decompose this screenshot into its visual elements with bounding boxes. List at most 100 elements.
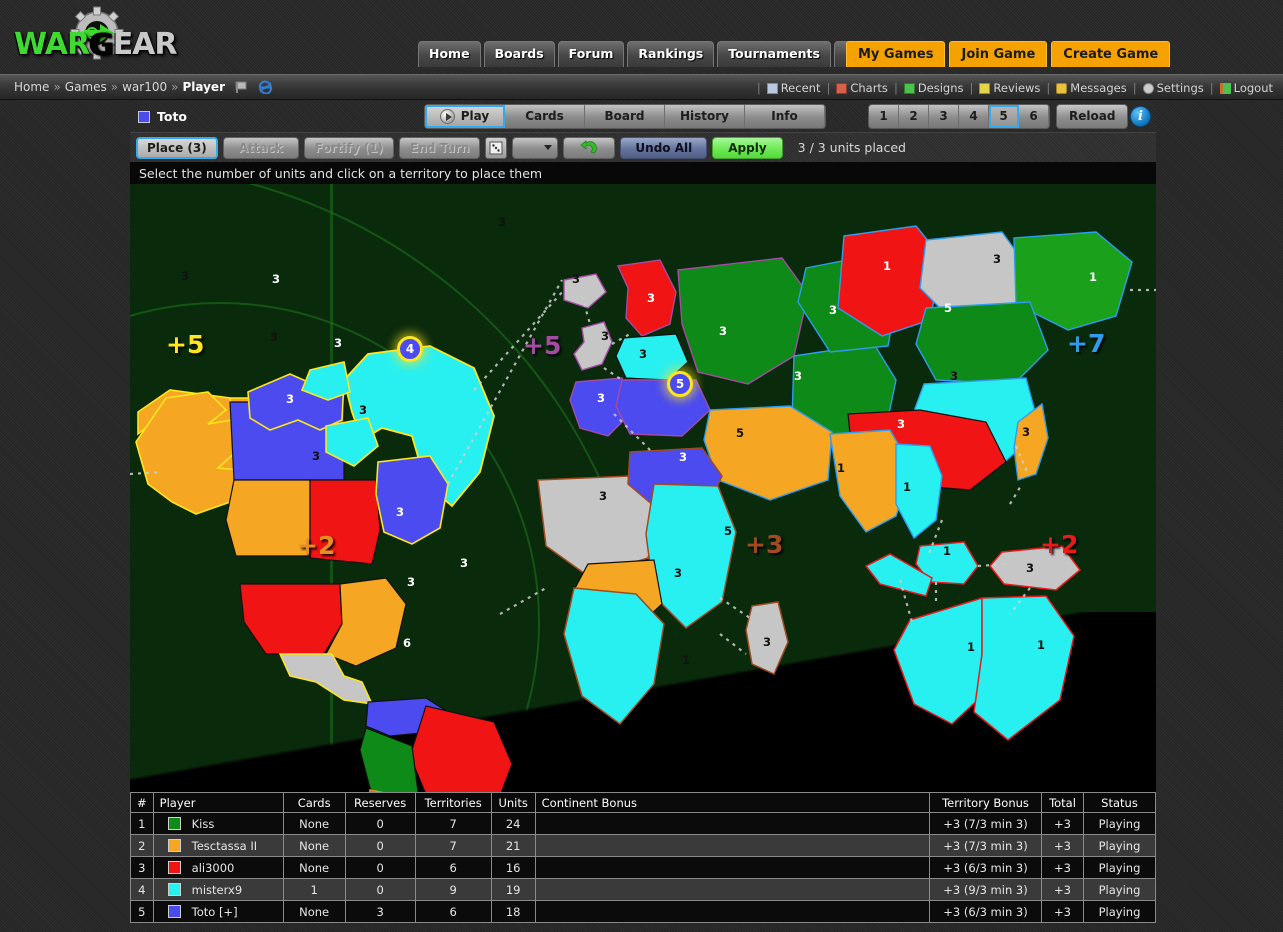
terr-quebec[interactable] — [375, 455, 449, 545]
nav-boards[interactable]: Boards — [483, 41, 555, 67]
turn-5[interactable]: 5 — [989, 105, 1019, 128]
dice-icon[interactable] — [485, 136, 508, 159]
terr-south-africa[interactable] — [563, 587, 665, 726]
reload-button[interactable]: Reload — [1056, 104, 1129, 129]
terr-western-australia[interactable] — [893, 596, 983, 725]
tab-cards[interactable]: Cards — [505, 105, 585, 128]
refresh-icon[interactable] — [258, 80, 273, 94]
tab-label: Play — [460, 109, 490, 123]
cell-territory-bonus: +3 (7/3 min 3) — [929, 834, 1042, 857]
terr-southern-europe[interactable] — [615, 379, 711, 437]
table-row[interactable]: 5 Toto [+] None 3 6 18 +3 (6/3 min 3) +3 Playing — [130, 900, 1156, 923]
table-row[interactable]: 3 ali3000 None 0 6 16 +3 (6/3 min 3) +3 Playing — [130, 856, 1156, 879]
site-header: WARGEAR Home Boards Forum Rankings Tourn… — [0, 0, 1283, 74]
turn-6[interactable]: 6 — [1019, 105, 1049, 128]
end-turn-button[interactable]: End Turn — [399, 136, 481, 159]
selected-marker-eastern-canada[interactable]: 4 — [397, 336, 423, 362]
terr-afghanistan[interactable] — [703, 405, 833, 501]
quicklink-reviews[interactable]: Reviews — [975, 81, 1044, 95]
table-header-row: # Player Cards Reserves Territories Unit… — [130, 792, 1156, 813]
tab-history[interactable]: History — [665, 105, 745, 128]
instruction-status-line: Select the number of units and click on … — [130, 162, 1156, 184]
quicklink-label: Recent — [780, 81, 821, 95]
player-stats-table: # Player Cards Reserves Territories Unit… — [130, 792, 1156, 923]
game-map[interactable]: 3333343333336333335333131533351133531313… — [130, 184, 1156, 792]
quicklink-label: Logout — [1233, 81, 1273, 95]
continent-bonus-asia: +7 — [1067, 329, 1106, 358]
cell-reserves: 3 — [344, 900, 416, 923]
terr-brazil[interactable] — [409, 705, 513, 792]
turn-4[interactable]: 4 — [959, 105, 989, 128]
cell-continent-bonus — [534, 812, 931, 835]
undo-button[interactable] — [563, 136, 616, 159]
place-button[interactable]: Place (3) — [136, 136, 218, 159]
join-game-button[interactable]: Join Game — [949, 41, 1048, 67]
player-color-swatch — [167, 905, 181, 918]
messages-icon — [1056, 82, 1068, 94]
create-game-button[interactable]: Create Game — [1051, 41, 1171, 67]
breadcrumb-games[interactable]: Games — [65, 80, 107, 94]
unit-count-select[interactable] — [512, 136, 559, 159]
info-button[interactable]: i — [1130, 106, 1151, 127]
tab-board[interactable]: Board — [585, 105, 665, 128]
terr-irkutsk[interactable] — [915, 301, 1049, 385]
tab-play[interactable]: Play — [425, 105, 505, 128]
th-continent-bonus: Continent Bonus — [534, 792, 931, 813]
cell-reserves: 0 — [344, 812, 416, 835]
nav-forum[interactable]: Forum — [557, 41, 625, 67]
flag-icon[interactable] — [235, 81, 250, 94]
ql-divider: | — [826, 81, 831, 95]
cell-player: Toto [+] — [152, 900, 284, 923]
cell-territory-bonus: +3 (6/3 min 3) — [929, 900, 1042, 923]
terr-great-britain[interactable] — [573, 321, 613, 371]
terr-siam[interactable] — [895, 443, 943, 540]
apply-button[interactable]: Apply — [712, 136, 783, 159]
table-row[interactable]: 2 Tesctassa II None 0 7 21 +3 (7/3 min 3) +3 Pla… — [130, 834, 1156, 857]
quicklink-designs[interactable]: Designs — [900, 81, 968, 95]
quicklink-settings[interactable]: Settings — [1139, 81, 1208, 95]
terr-western-united-states[interactable] — [239, 583, 343, 655]
nav-rankings[interactable]: Rankings — [627, 41, 715, 67]
terr-iceland[interactable] — [563, 273, 607, 309]
quicklink-charts[interactable]: Charts — [832, 81, 892, 95]
terr-ukraine[interactable] — [677, 257, 809, 385]
table-row[interactable]: 1 Kiss None 0 7 24 +3 (7/3 min 3) +3 Playing — [130, 812, 1156, 835]
game-panel: Toto Play Cards Board History Info 1 2 3… — [130, 101, 1156, 923]
terr-peru[interactable] — [359, 727, 419, 792]
tab-info[interactable]: Info — [745, 105, 825, 128]
designs-icon — [903, 82, 915, 94]
ql-divider: | — [1132, 81, 1137, 95]
breadcrumb-home[interactable]: Home — [14, 80, 49, 94]
terr-scandinavia[interactable] — [616, 259, 677, 337]
breadcrumb-sep: » — [110, 80, 119, 94]
turn-3[interactable]: 3 — [929, 105, 959, 128]
my-games-button[interactable]: My Games — [846, 41, 946, 67]
recent-icon — [766, 82, 778, 94]
fortify-button[interactable]: Fortify (1) — [303, 136, 395, 159]
table-body: 1 Kiss None 0 7 24 +3 (7/3 min 3) +3 Playing 2 Tes… — [130, 812, 1156, 923]
nav-home[interactable]: Home — [418, 41, 481, 67]
attack-button[interactable]: Attack — [222, 136, 299, 159]
undo-all-button[interactable]: Undo All — [620, 136, 708, 159]
terr-madagascar[interactable] — [745, 601, 789, 675]
th-units: Units — [490, 792, 536, 813]
cell-reserves: 0 — [344, 834, 416, 857]
action-navigation: My Games Join Game Create Game — [846, 41, 1171, 67]
th-territories: Territories — [414, 792, 492, 813]
quicklink-recent[interactable]: Recent — [763, 81, 825, 95]
continent-bonus-oceania: +2 — [1040, 530, 1079, 559]
selected-marker-southern-europe[interactable]: 5 — [667, 371, 693, 397]
turn-1[interactable]: 1 — [869, 105, 899, 128]
cell-units: 21 — [490, 834, 536, 857]
breadcrumb-board[interactable]: war100 — [122, 80, 167, 94]
cell-player: misterx9 — [152, 878, 284, 901]
wargear-logo[interactable]: WARGEAR — [14, 6, 184, 66]
quicklink-logout[interactable]: Logout — [1216, 81, 1277, 95]
turn-2[interactable]: 2 — [899, 105, 929, 128]
table-row[interactable]: 4 misterx9 1 0 9 19 +3 (9/3 min 3) +3 Playing — [130, 878, 1156, 901]
game-tab-row: Toto Play Cards Board History Info 1 2 3… — [130, 101, 1156, 132]
cell-continent-bonus — [534, 900, 931, 923]
terr-eastern-australia[interactable] — [973, 595, 1075, 741]
nav-tournaments[interactable]: Tournaments — [717, 41, 831, 67]
quicklink-messages[interactable]: Messages — [1052, 81, 1130, 95]
